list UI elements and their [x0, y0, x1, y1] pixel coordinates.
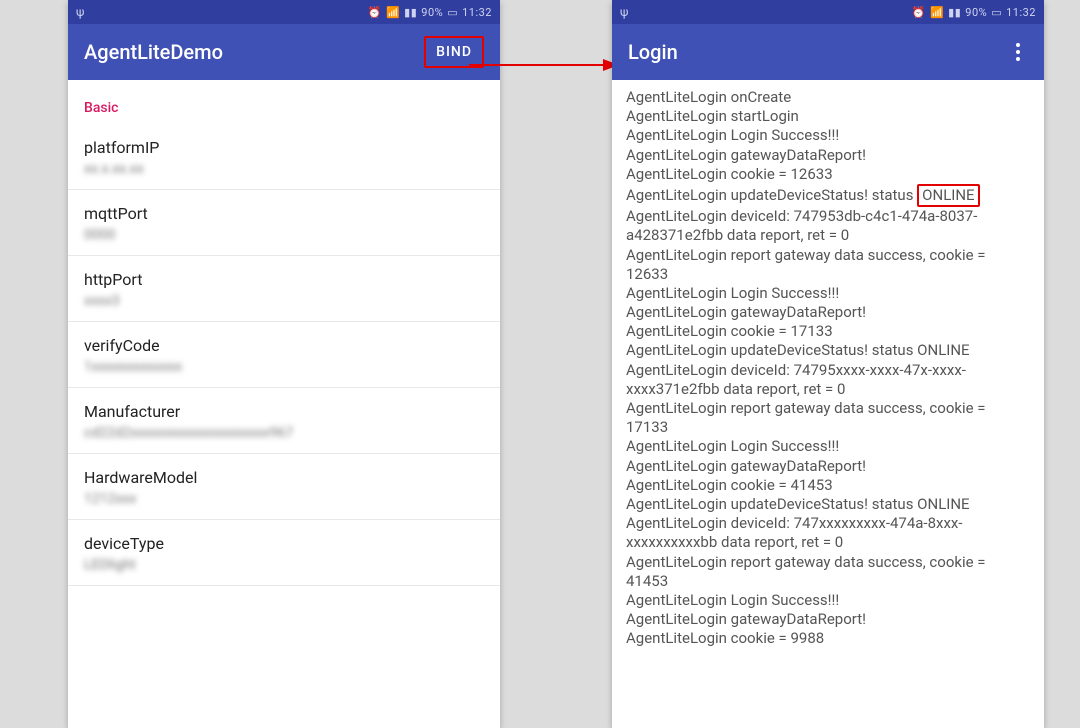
- phone-left: ψ ⏰ 📶 ▮▮ 90% ▭ 11:32 AgentLiteDemo BIND …: [68, 0, 500, 728]
- list-item-platformip[interactable]: platformIP xx.x.xx.xx: [68, 124, 500, 190]
- phone-right: ψ ⏰ 📶 ▮▮ 90% ▭ 11:32 Login AgentLiteLogi…: [612, 0, 1044, 728]
- log-line: AgentLiteLogin Login Success!!!: [626, 126, 1030, 145]
- usb-icon: ψ: [620, 5, 628, 19]
- list-item-label: mqttPort: [84, 204, 484, 223]
- alarm-icon: ⏰: [368, 6, 382, 19]
- log-line: AgentLiteLogin Login Success!!!: [626, 284, 1030, 303]
- list-item-value: LEDlight: [84, 557, 484, 573]
- app-title: AgentLiteDemo: [84, 40, 223, 64]
- wifi-icon: 📶: [930, 6, 944, 19]
- status-bar: ψ ⏰ 📶 ▮▮ 90% ▭ 11:32: [68, 0, 500, 24]
- wifi-icon: 📶: [386, 6, 400, 19]
- list-item-value: 1212xxx: [84, 491, 484, 507]
- log-line: AgentLiteLogin deviceId: 74795xxxx-xxxx-…: [626, 361, 1030, 399]
- log-line: AgentLiteLogin deviceId: 747xxxxxxxxx-47…: [626, 514, 1030, 552]
- list-item-httpport[interactable]: httpPort xxxx3: [68, 256, 500, 322]
- clock: 11:32: [462, 6, 492, 19]
- list-item-label: Manufacturer: [84, 402, 484, 421]
- list-item-verifycode[interactable]: verifyCode 1xxxxxxxxxxxxx: [68, 322, 500, 388]
- signal-icon: ▮▮: [404, 6, 417, 19]
- list-item-label: deviceType: [84, 534, 484, 553]
- log-line: AgentLiteLogin gatewayDataReport!: [626, 457, 1030, 476]
- log-line: AgentLiteLogin updateDeviceStatus! statu…: [626, 184, 1030, 207]
- status-online-highlight: ONLINE: [917, 184, 979, 207]
- list-item-hardwaremodel[interactable]: HardwareModel 1212xxx: [68, 454, 500, 520]
- list-item-label: verifyCode: [84, 336, 484, 355]
- app-bar: Login: [612, 24, 1044, 80]
- status-bar: ψ ⏰ 📶 ▮▮ 90% ▭ 11:32: [612, 0, 1044, 24]
- list-item-value: xx.x.xx.xx: [84, 161, 484, 177]
- list-item-value: xxxx3: [84, 293, 484, 309]
- log-line: AgentLiteLogin report gateway data succe…: [626, 246, 1030, 284]
- list-item-label: httpPort: [84, 270, 484, 289]
- battery-percent: 90%: [421, 6, 443, 19]
- app-bar: AgentLiteDemo BIND: [68, 24, 500, 80]
- log-line: AgentLiteLogin report gateway data succe…: [626, 399, 1030, 437]
- list-item-devicetype[interactable]: deviceType LEDlight: [68, 520, 500, 586]
- log-line: AgentLiteLogin Login Success!!!: [626, 437, 1030, 456]
- bind-button[interactable]: BIND: [424, 36, 484, 68]
- battery-icon: ▭: [991, 6, 1002, 19]
- settings-list: Basic platformIP xx.x.xx.xx mqttPort 0000 ht…: [68, 80, 500, 594]
- log-line: AgentLiteLogin cookie = 17133: [626, 322, 1030, 341]
- alarm-icon: ⏰: [912, 6, 926, 19]
- usb-icon: ψ: [76, 5, 84, 19]
- battery-percent: 90%: [965, 6, 987, 19]
- log-line: AgentLiteLogin gatewayDataReport!: [626, 146, 1030, 165]
- log-line: AgentLiteLogin updateDeviceStatus! statu…: [626, 341, 1030, 360]
- log-line: AgentLiteLogin deviceId: 747953db-c4c1-4…: [626, 207, 1030, 245]
- list-item-value: cd22d2xxxxxxxxxxxxxxxxxxxx967: [84, 425, 484, 441]
- log-line: AgentLiteLogin gatewayDataReport!: [626, 610, 1030, 629]
- list-item-label: HardwareModel: [84, 468, 484, 487]
- overflow-menu-icon[interactable]: [1008, 35, 1028, 69]
- list-item-mqttport[interactable]: mqttPort 0000: [68, 190, 500, 256]
- clock: 11:32: [1006, 6, 1036, 19]
- battery-icon: ▭: [447, 6, 458, 19]
- log-line: AgentLiteLogin cookie = 9988: [626, 629, 1030, 648]
- list-item-manufacturer[interactable]: Manufacturer cd22d2xxxxxxxxxxxxxxxxxxxx96…: [68, 388, 500, 454]
- log-output: AgentLiteLogin onCreateAgentLiteLogin st…: [612, 80, 1044, 656]
- list-item-label: platformIP: [84, 138, 484, 157]
- log-line: AgentLiteLogin cookie = 12633: [626, 165, 1030, 184]
- list-item-value: 1xxxxxxxxxxxxx: [84, 359, 484, 375]
- section-header-basic: Basic: [68, 88, 500, 124]
- log-line: AgentLiteLogin startLogin: [626, 107, 1030, 126]
- signal-icon: ▮▮: [948, 6, 961, 19]
- log-line: AgentLiteLogin cookie = 41453: [626, 476, 1030, 495]
- list-item-value: 0000: [84, 227, 484, 243]
- app-title: Login: [628, 40, 678, 64]
- log-line: AgentLiteLogin onCreate: [626, 88, 1030, 107]
- log-line: AgentLiteLogin Login Success!!!: [626, 591, 1030, 610]
- log-line: AgentLiteLogin gatewayDataReport!: [626, 303, 1030, 322]
- log-line: AgentLiteLogin updateDeviceStatus! statu…: [626, 495, 1030, 514]
- log-line: AgentLiteLogin report gateway data succe…: [626, 553, 1030, 591]
